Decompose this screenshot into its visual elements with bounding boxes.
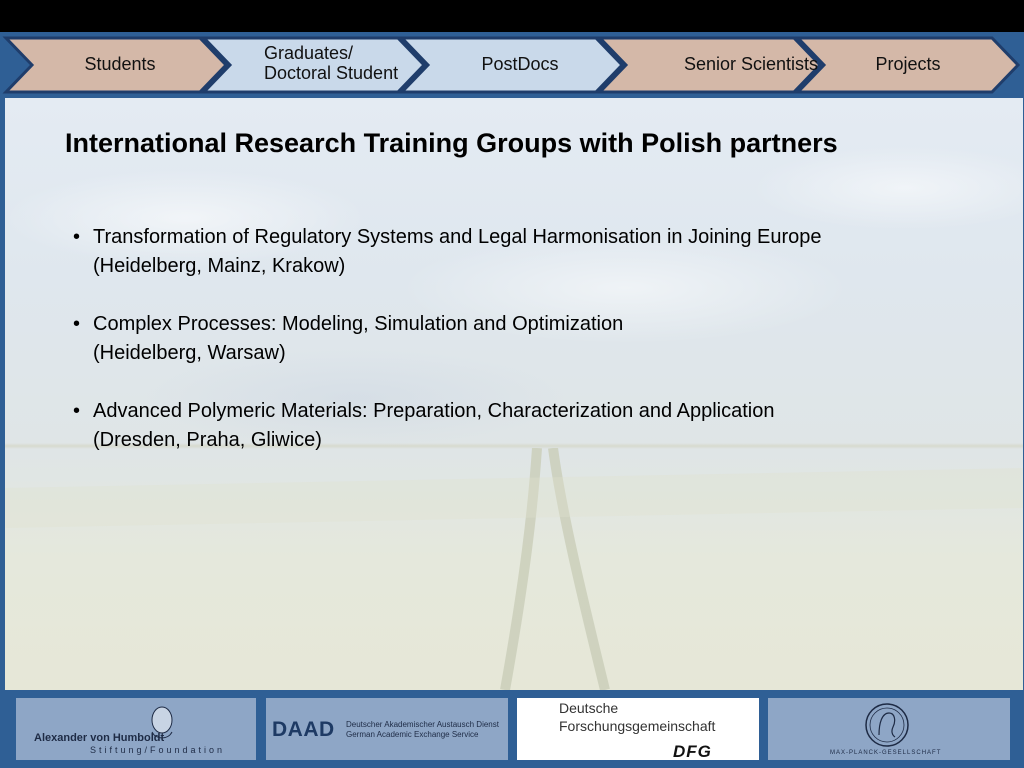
tab-postdocs[interactable]: PostDocs — [460, 54, 580, 74]
list-item-text: Advanced Polymeric Materials: Preparatio… — [93, 400, 775, 422]
daad-mark: DAAD — [272, 718, 335, 741]
list-item-text: Complex Processes: Modeling, Simulation … — [93, 313, 624, 335]
humboldt-name: Alexander von Humboldt — [34, 732, 165, 744]
humboldt-sub: Stiftung/Foundation — [90, 745, 226, 755]
list-item-cities: (Heidelberg, Mainz, Krakow) — [93, 255, 346, 277]
list-item: Advanced Polymeric Materials: Preparatio… — [73, 397, 933, 455]
daad-line1: Deutscher Akademischer Austausch Dienst — [346, 720, 499, 729]
tab-graduates[interactable]: Graduates/ Doctoral Student — [264, 43, 424, 83]
list-item-cities: (Dresden, Praha, Gliwice) — [93, 429, 322, 451]
background-field-path — [5, 448, 1023, 690]
tab-graduates-line1: Graduates/ — [264, 43, 354, 63]
dfg-logo[interactable]: Deutsche Forschungsgemeinschaft DFG — [517, 698, 759, 761]
tab-graduates-line2: Doctoral Student — [264, 63, 399, 83]
tab-senior-scientists[interactable]: Senior Scientists — [666, 54, 836, 74]
dfg-mark: DFG — [673, 742, 712, 761]
list-item-cities: (Heidelberg, Warsaw) — [93, 342, 286, 364]
dfg-line2: Forschungsgemeinschaft — [559, 718, 716, 734]
humboldt-logo[interactable]: Alexander von Humboldt Stiftung/Foundati… — [16, 698, 256, 760]
footer-logos: Alexander von Humboldt Stiftung/Foundati… — [0, 690, 1024, 768]
mpg-text: MAX-PLANCK-GESELLSCHAFT — [830, 750, 942, 756]
slide: Students Graduates/ Doctoral Student Pos… — [0, 0, 1024, 768]
content-area: International Research Training Groups w… — [5, 98, 1023, 690]
list-item-text: Transformation of Regulatory Systems and… — [93, 226, 822, 248]
daad-logo[interactable]: DAAD Deutscher Akademischer Austausch Di… — [266, 698, 508, 760]
tab-students[interactable]: Students — [60, 54, 180, 74]
minerva-seal-icon — [865, 703, 909, 747]
mpg-logo[interactable]: MAX-PLANCK-GESELLSCHAFT — [768, 698, 1010, 760]
list-item: Transformation of Regulatory Systems and… — [73, 223, 933, 281]
nav-bar: Students Graduates/ Doctoral Student Pos… — [0, 32, 1024, 98]
list-item: Complex Processes: Modeling, Simulation … — [73, 310, 933, 368]
tab-projects[interactable]: Projects — [848, 54, 968, 74]
daad-line2: German Academic Exchange Service — [346, 730, 479, 739]
page-title: International Research Training Groups w… — [65, 128, 838, 158]
research-groups-list: Transformation of Regulatory Systems and… — [73, 223, 933, 484]
dfg-line1: Deutsche — [559, 700, 619, 716]
